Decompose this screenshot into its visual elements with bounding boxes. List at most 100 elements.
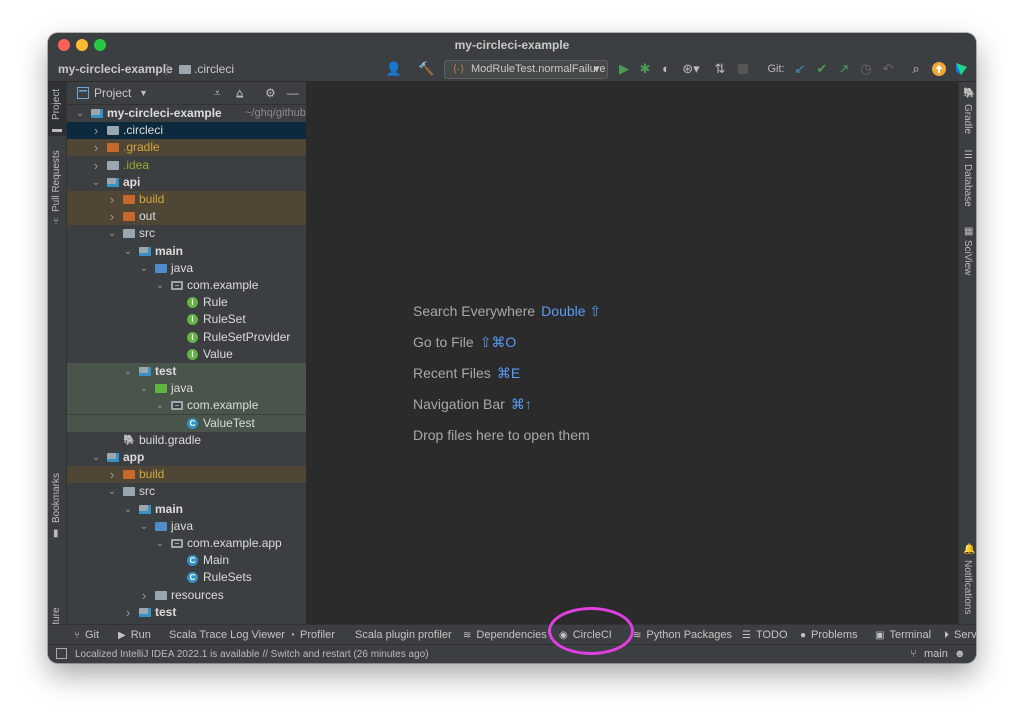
- profile-icon[interactable]: ⊛▾: [680, 60, 702, 78]
- chevron-right-icon[interactable]: ›: [91, 157, 101, 174]
- tool-window-button-scala-plugin-profiler[interactable]: Scala plugin profiler: [355, 625, 452, 645]
- chevron-down-icon[interactable]: ⌄: [155, 277, 165, 294]
- breadcrumb-folder[interactable]: .circleci: [194, 57, 234, 81]
- tree-item[interactable]: ⌄ main: [67, 501, 306, 518]
- tool-window-button-terminal[interactable]: ▣ Terminal: [875, 625, 931, 646]
- chevron-down-icon[interactable]: ⌄: [75, 105, 85, 122]
- attach-icon[interactable]: ⇅: [712, 60, 728, 78]
- tree-item[interactable]: ⌄ app: [67, 449, 306, 466]
- run-configuration-select[interactable]: ⟨·⟩ ModRuleTest.normalFailure ▼: [444, 60, 608, 79]
- inspection-icon[interactable]: ☻: [954, 645, 966, 663]
- expand-all-icon[interactable]: ⩡: [214, 82, 221, 104]
- git-push-icon[interactable]: ↗: [836, 60, 852, 78]
- tool-window-button-problems[interactable]: ● Problems: [800, 625, 858, 646]
- chevron-right-icon[interactable]: ›: [139, 587, 149, 604]
- tool-window-button-git[interactable]: ⑂ Git: [74, 625, 99, 646]
- chevron-down-icon[interactable]: ⌄: [91, 174, 101, 191]
- tree-item[interactable]: I RuleSet: [67, 311, 306, 328]
- tree-item[interactable]: › .gradle: [67, 139, 306, 157]
- build-hammer-icon[interactable]: 🔨: [418, 60, 434, 78]
- chevron-down-icon[interactable]: ▼: [139, 82, 148, 104]
- tree-item[interactable]: › out: [67, 208, 306, 226]
- chevron-down-icon[interactable]: ⌄: [123, 243, 133, 260]
- chevron-down-icon[interactable]: ⌄: [155, 535, 165, 552]
- tree-item[interactable]: I RuleSetProvider: [67, 329, 306, 346]
- chevron-down-icon[interactable]: ⌄: [139, 260, 149, 277]
- tree-item[interactable]: ⌄ java: [67, 380, 306, 398]
- gear-icon[interactable]: ⚙: [265, 82, 276, 104]
- hide-panel-icon[interactable]: —: [287, 82, 299, 104]
- update-icon[interactable]: [931, 60, 947, 78]
- tree-item[interactable]: ⌄ src: [67, 225, 306, 242]
- run-icon[interactable]: ▶: [616, 60, 632, 78]
- tool-tab-bookmarks[interactable]: Bookmarks: [51, 473, 62, 523]
- tree-item[interactable]: › build: [67, 466, 306, 484]
- tree-item[interactable]: ⌄ java: [67, 260, 306, 277]
- tool-tab-sciview[interactable]: SciView: [962, 240, 973, 275]
- chevron-right-icon[interactable]: ›: [107, 466, 117, 483]
- tool-window-button-dependencies[interactable]: ≋ Dependencies: [463, 625, 547, 646]
- tree-item[interactable]: ⌄ java: [67, 518, 306, 535]
- tool-window-button-python-packages[interactable]: ≋ Python Packages: [633, 625, 732, 646]
- tree-item[interactable]: › test: [67, 604, 306, 621]
- stop-icon[interactable]: [736, 60, 750, 78]
- tree-item[interactable]: ⌄ api: [67, 174, 306, 191]
- search-icon[interactable]: ⌕: [908, 60, 924, 78]
- tree-item[interactable]: C ValueTest: [67, 414, 306, 432]
- tree-item[interactable]: ⌄ test: [67, 363, 306, 380]
- jetbrains-toolbox-icon[interactable]: [953, 60, 969, 78]
- tree-item[interactable]: I Rule: [67, 294, 306, 311]
- tree-item[interactable]: › resources: [67, 587, 306, 604]
- rollback-icon[interactable]: ↶: [880, 60, 896, 78]
- tool-window-button-scala-trace-log-viewer[interactable]: Scala Trace Log Viewer: [169, 625, 285, 645]
- tree-item[interactable]: › build: [67, 191, 306, 208]
- tool-window-button-profiler[interactable]: ◔ Profiler: [289, 625, 335, 646]
- collapse-all-icon[interactable]: ⩠: [236, 82, 243, 104]
- tree-item[interactable]: ⌄ com.example: [67, 397, 306, 415]
- zoom-window-button[interactable]: [94, 39, 106, 51]
- coverage-icon[interactable]: ◐: [658, 60, 674, 78]
- debug-icon[interactable]: ✱: [637, 60, 653, 78]
- tool-tab-database[interactable]: Database: [962, 164, 973, 207]
- chevron-down-icon[interactable]: ⌄: [139, 518, 149, 535]
- tree-item[interactable]: ⌄ com.example.app: [67, 535, 306, 552]
- tree-item[interactable]: C RuleSets: [67, 569, 306, 586]
- chevron-right-icon[interactable]: ›: [91, 122, 101, 139]
- tree-item[interactable]: C Main: [67, 552, 306, 569]
- git-update-icon[interactable]: ↙: [792, 60, 808, 78]
- close-window-button[interactable]: [58, 39, 70, 51]
- chevron-right-icon[interactable]: ›: [123, 604, 133, 621]
- tree-item[interactable]: ⌄ com.example: [67, 277, 306, 294]
- tool-window-button-todo[interactable]: ☰ TODO: [742, 625, 788, 646]
- tool-tab-pull-requests[interactable]: Pull Requests: [51, 150, 62, 212]
- user-icon[interactable]: 👤▾: [383, 60, 405, 94]
- chevron-down-icon[interactable]: ⌄: [91, 449, 101, 466]
- git-branch-widget[interactable]: main: [924, 645, 948, 663]
- tool-tab-gradle[interactable]: Gradle: [962, 104, 973, 134]
- toggle-tool-windows-icon[interactable]: [56, 648, 67, 662]
- tool-window-button-run[interactable]: ▶ Run: [118, 625, 151, 646]
- chevron-down-icon[interactable]: ⌄: [107, 225, 117, 242]
- chevron-down-icon[interactable]: ⌄: [107, 483, 117, 500]
- history-icon[interactable]: ◷: [858, 60, 874, 78]
- tool-tab-notifications[interactable]: Notifications: [962, 560, 973, 614]
- tree-item[interactable]: 🐘 build.gradle: [67, 432, 306, 449]
- chevron-down-icon[interactable]: ⌄: [139, 380, 149, 397]
- chevron-right-icon[interactable]: ›: [91, 139, 101, 156]
- tool-tab-project[interactable]: Project: [51, 89, 62, 120]
- status-message[interactable]: Localized IntelliJ IDEA 2022.1 is availa…: [75, 645, 429, 663]
- chevron-right-icon[interactable]: ›: [107, 191, 117, 208]
- git-commit-icon[interactable]: ✔: [814, 60, 830, 78]
- chevron-right-icon[interactable]: ›: [107, 208, 117, 225]
- tool-window-button-serv[interactable]: ⏵ Serv: [944, 625, 976, 646]
- tree-item[interactable]: ⌄ src: [67, 483, 306, 500]
- minimize-window-button[interactable]: [76, 39, 88, 51]
- tree-item[interactable]: ⌄ my-circleci-example ~/ghq/github.c: [67, 105, 306, 122]
- tree-item[interactable]: I Value: [67, 346, 306, 363]
- chevron-down-icon[interactable]: ⌄: [123, 363, 133, 380]
- chevron-down-icon[interactable]: ⌄: [123, 501, 133, 518]
- breadcrumb-project[interactable]: my-circleci-example: [58, 57, 173, 81]
- project-view-select[interactable]: Project: [94, 82, 131, 104]
- chevron-down-icon[interactable]: ⌄: [155, 397, 165, 414]
- editor-empty-area[interactable]: Search Everywhere Double ⇧ Go to File ⇧⌘O Re…: [307, 82, 957, 624]
